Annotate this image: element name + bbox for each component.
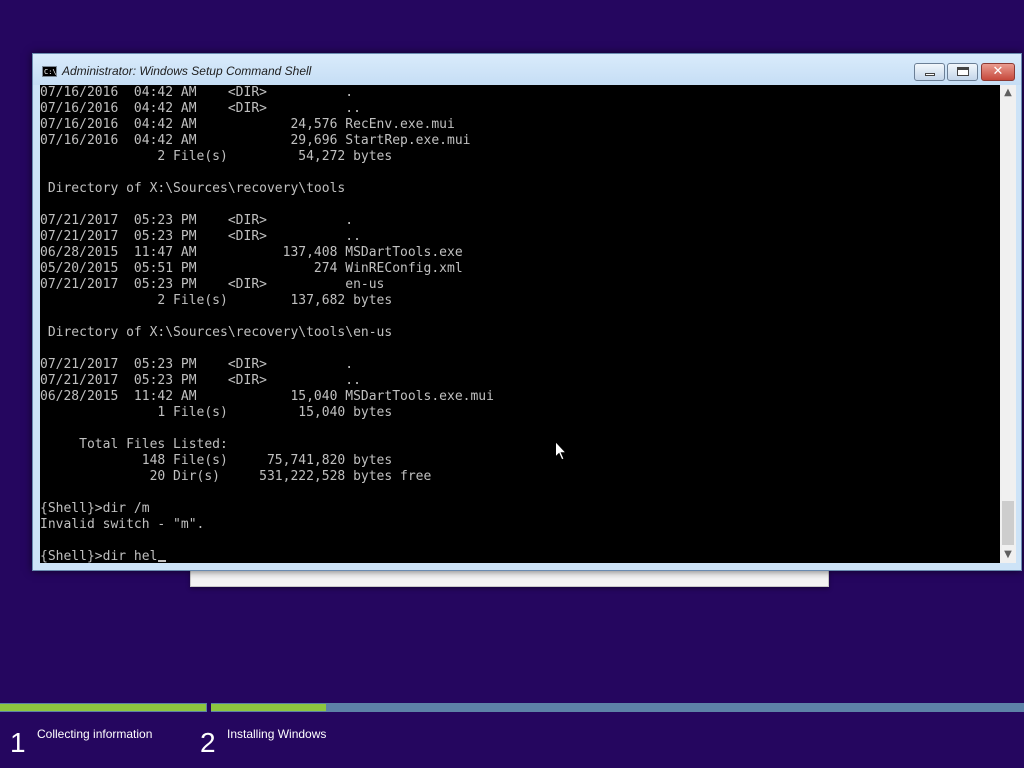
console-line: 07/16/2016 04:42 AM 24,576 RecEnv.exe.mu… xyxy=(40,117,455,132)
step1-label: Collecting information xyxy=(37,727,153,741)
scroll-down-button[interactable]: ▼ xyxy=(1000,547,1016,563)
minimize-icon xyxy=(925,73,935,76)
console-line: 07/21/2017 05:23 PM <DIR> . xyxy=(40,357,354,372)
command-shell-window[interactable]: C:\ Administrator: Windows Setup Command… xyxy=(32,53,1022,571)
console-line: 07/16/2016 04:42 AM <DIR> . xyxy=(40,85,354,100)
step2-label: Installing Windows xyxy=(227,727,327,741)
console-line: 07/21/2017 05:23 PM <DIR> en-us xyxy=(40,277,385,292)
console-line: 06/28/2015 11:42 AM 15,040 MSDartTools.e… xyxy=(40,389,494,404)
command-input[interactable]: {Shell}>dir hel xyxy=(40,549,157,563)
command-prompt-line[interactable]: {Shell}>dir hel xyxy=(40,549,1000,563)
minimize-button[interactable] xyxy=(914,63,945,81)
step2-number: 2 xyxy=(200,727,216,758)
mouse-pointer-icon xyxy=(555,441,567,461)
maximize-button[interactable] xyxy=(947,63,978,81)
maximize-icon xyxy=(957,67,969,76)
scroll-up-button[interactable]: ▲ xyxy=(1000,85,1016,101)
console-line: 06/28/2015 11:47 AM 137,408 MSDartTools.… xyxy=(40,245,463,260)
console-text: 07/16/2016 04:42 AM <DIR> . 07/16/2016 04… xyxy=(40,85,1000,563)
console-line: Directory of X:\Sources\recovery\tools\e… xyxy=(40,325,393,340)
console-line: 07/21/2017 05:23 PM <DIR> .. xyxy=(40,229,361,244)
chevron-down-icon: ▼ xyxy=(1004,549,1012,560)
console-line: 05/20/2015 05:51 PM 274 WinREConfig.xml xyxy=(40,261,463,276)
console-line: 07/16/2016 04:42 AM <DIR> .. xyxy=(40,101,361,116)
vertical-scrollbar[interactable]: ▲ ▼ xyxy=(1000,85,1016,563)
console-line: 20 Dir(s) 531,222,528 bytes free xyxy=(40,469,432,484)
console-line: 148 File(s) 75,741,820 bytes xyxy=(40,453,393,468)
title-bar[interactable]: C:\ Administrator: Windows Setup Command… xyxy=(33,54,1021,85)
console-line: 07/16/2016 04:42 AM 29,696 StartRep.exe.… xyxy=(40,133,471,148)
step2-progress-fill xyxy=(211,704,326,711)
console-line: {Shell}>dir /m xyxy=(40,501,150,516)
cmd-icon: C:\ xyxy=(42,66,57,77)
console-line: 07/21/2017 05:23 PM <DIR> . xyxy=(40,213,354,228)
console-line: 1 File(s) 15,040 bytes xyxy=(40,405,393,420)
console-output[interactable]: 07/16/2016 04:42 AM <DIR> . 07/16/2016 04… xyxy=(40,85,1000,563)
step1-number: 1 xyxy=(10,727,26,758)
chevron-up-icon: ▲ xyxy=(1004,87,1012,98)
console-line: 07/21/2017 05:23 PM <DIR> .. xyxy=(40,373,361,388)
console-line: 2 File(s) 54,272 bytes xyxy=(40,149,393,164)
step1-progress-fill xyxy=(0,704,206,711)
window-title: Administrator: Windows Setup Command She… xyxy=(62,64,312,78)
console-line: Directory of X:\Sources\recovery\tools xyxy=(40,181,346,196)
console-line: 2 File(s) 137,682 bytes xyxy=(40,293,393,308)
close-button[interactable]: ✕ xyxy=(981,63,1015,81)
scroll-thumb[interactable] xyxy=(1002,501,1014,545)
console-line: Invalid switch - "m". xyxy=(40,517,205,532)
text-cursor xyxy=(158,560,167,562)
console-line: Total Files Listed: xyxy=(40,437,228,452)
close-icon: ✕ xyxy=(992,64,1004,79)
